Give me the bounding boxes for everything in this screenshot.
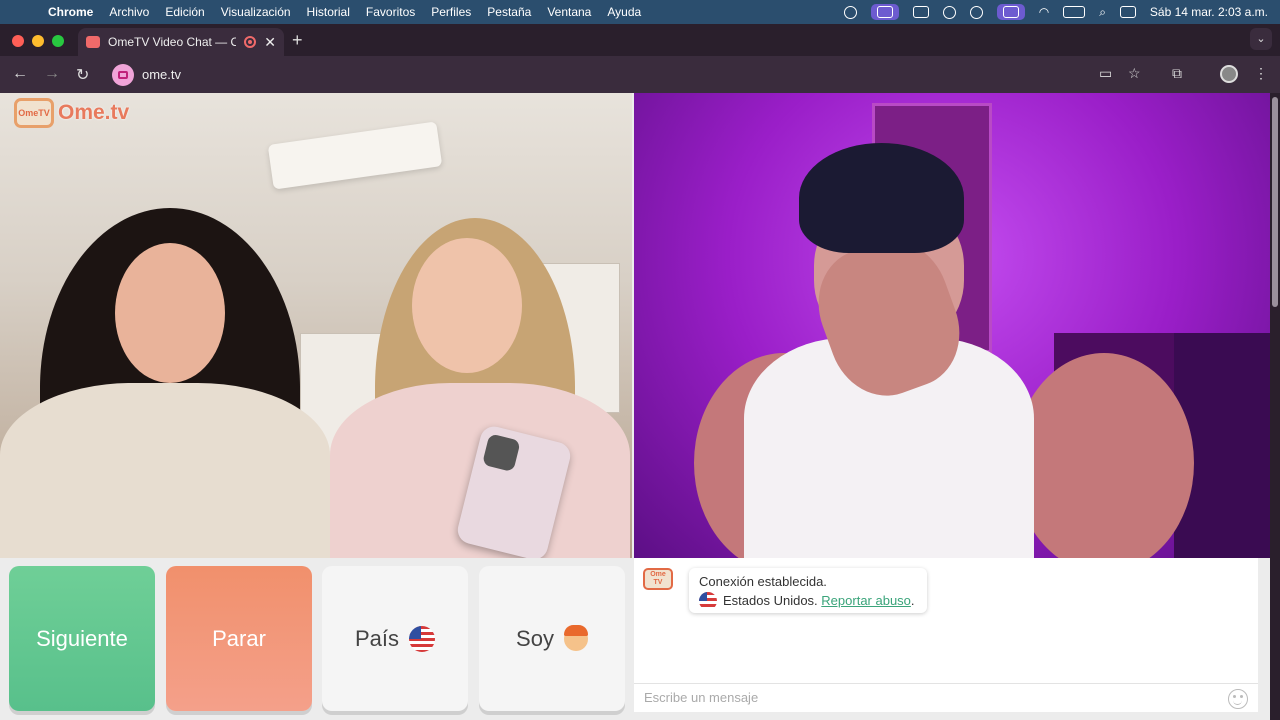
menu-edicion[interactable]: Edición	[165, 5, 204, 19]
menu-historial[interactable]: Historial	[307, 5, 350, 19]
chat-input-placeholder: Escribe un mensaje	[644, 690, 759, 705]
scene-person-face	[412, 238, 522, 373]
address-url[interactable]: ome.tv	[142, 67, 181, 82]
site-camera-icon[interactable]	[112, 63, 134, 86]
recording-indicator-icon	[244, 36, 257, 48]
menu-app-chrome[interactable]: Chrome	[48, 5, 93, 19]
ometv-favicon-icon	[86, 36, 100, 48]
reload-icon[interactable]: ↻	[76, 65, 89, 85]
country-filter-button[interactable]: País	[322, 566, 468, 711]
us-flag-icon	[409, 625, 436, 652]
ometv-mini-logo-icon: Ome TV	[643, 568, 673, 590]
ometv-logo-tv-icon: Ome TV	[14, 98, 54, 128]
tab-close-icon[interactable]: ✕	[264, 34, 276, 51]
gender-select-button[interactable]: Soy	[479, 566, 625, 711]
page-scrollbar[interactable]	[1270, 93, 1280, 720]
macos-menu-bar: Chrome Archivo Edición Visualización His…	[0, 0, 1280, 24]
status-display-icon[interactable]	[912, 6, 929, 18]
tab-title: OmeTV Video Chat — Ome	[108, 35, 237, 49]
window-minimize-icon[interactable]	[32, 35, 44, 47]
local-video-feed	[0, 93, 632, 558]
remote-video-feed	[634, 93, 1270, 558]
scene-person-face	[115, 243, 225, 383]
scene-person-cap	[799, 143, 964, 253]
chat-panel: Ome TV Conexión establecida. Estados Unid…	[634, 558, 1258, 712]
status-mirroring-icon[interactable]	[996, 4, 1025, 20]
back-arrow-icon[interactable]: ←	[12, 65, 28, 83]
menu-ayuda[interactable]: Ayuda	[607, 5, 641, 19]
menu-perfiles[interactable]: Perfiles	[431, 5, 471, 19]
tab-search-chevron-icon[interactable]: ⌄	[1250, 28, 1272, 50]
next-button[interactable]: Siguiente	[9, 566, 155, 711]
ometv-logo[interactable]: Ome TV Ome.tv	[14, 98, 129, 128]
control-center-icon[interactable]	[1119, 6, 1136, 18]
scrollbar-thumb[interactable]	[1272, 97, 1278, 307]
partner-country-line: Estados Unidos. Reportar abuso.	[699, 591, 917, 610]
status-screen-share-icon[interactable]	[870, 4, 899, 20]
menu-favoritos[interactable]: Favoritos	[366, 5, 415, 19]
forward-arrow-icon[interactable]: →	[44, 65, 60, 83]
menu-pestana[interactable]: Pestaña	[487, 5, 531, 19]
window-close-icon[interactable]	[12, 35, 24, 47]
cast-icon[interactable]: ▭	[1099, 65, 1112, 82]
boy-emoji-icon	[563, 624, 588, 651]
report-abuse-link[interactable]: Reportar abuso	[821, 591, 911, 610]
address-bar[interactable]: ome.tv	[104, 60, 1164, 89]
menu-archivo[interactable]: Archivo	[109, 5, 149, 19]
wifi-icon[interactable]: ◠	[1039, 5, 1049, 19]
battery-icon[interactable]	[1063, 6, 1086, 18]
system-message-bubble: Conexión establecida. Estados Unidos. Re…	[689, 568, 927, 613]
connection-status-text: Conexión establecida.	[699, 574, 827, 589]
bookmark-star-icon[interactable]: ☆	[1128, 65, 1141, 82]
spotlight-search-icon[interactable]: ⌕	[1099, 5, 1106, 20]
stop-button[interactable]: Parar	[166, 566, 312, 711]
ometv-logo-wordmark: Ome.tv	[58, 101, 130, 124]
window-zoom-icon[interactable]	[52, 35, 64, 47]
browser-tab-bar: OmeTV Video Chat — Ome ✕ + ⌄	[0, 24, 1280, 56]
new-tab-icon[interactable]: +	[292, 30, 303, 51]
gender-button-label: Soy	[516, 625, 554, 651]
status-play-icon[interactable]	[942, 5, 956, 19]
browser-tab-active[interactable]: OmeTV Video Chat — Ome ✕	[78, 28, 284, 56]
chat-message-input[interactable]: Escribe un mensaje	[634, 683, 1258, 712]
browser-toolbar: ← → ↻ ome.tv ▭ ☆ ⧉ ⋮	[0, 56, 1280, 93]
us-flag-icon	[699, 591, 717, 610]
extensions-icon[interactable]: ⧉	[1172, 65, 1182, 82]
profile-avatar[interactable]	[1220, 65, 1238, 83]
status-globe-icon[interactable]	[843, 5, 857, 19]
scene-person-body	[0, 383, 330, 558]
country-button-label: País	[354, 625, 400, 651]
scene-ceiling-light	[267, 121, 443, 190]
emoji-picker-icon[interactable]	[1228, 689, 1248, 709]
menubar-datetime[interactable]: Sáb 14 mar. 2:03 a.m.	[1150, 5, 1268, 19]
stop-button-label: Parar	[212, 625, 266, 651]
status-user-icon[interactable]	[969, 5, 983, 19]
more-menu-icon[interactable]: ⋮	[1254, 65, 1268, 82]
menu-ventana[interactable]: Ventana	[547, 5, 591, 19]
next-button-label: Siguiente	[36, 625, 128, 651]
partner-country-text: Estados Unidos.	[723, 593, 818, 608]
menu-visualizacion[interactable]: Visualización	[221, 5, 291, 19]
scene-person-shoulder	[1014, 353, 1194, 558]
